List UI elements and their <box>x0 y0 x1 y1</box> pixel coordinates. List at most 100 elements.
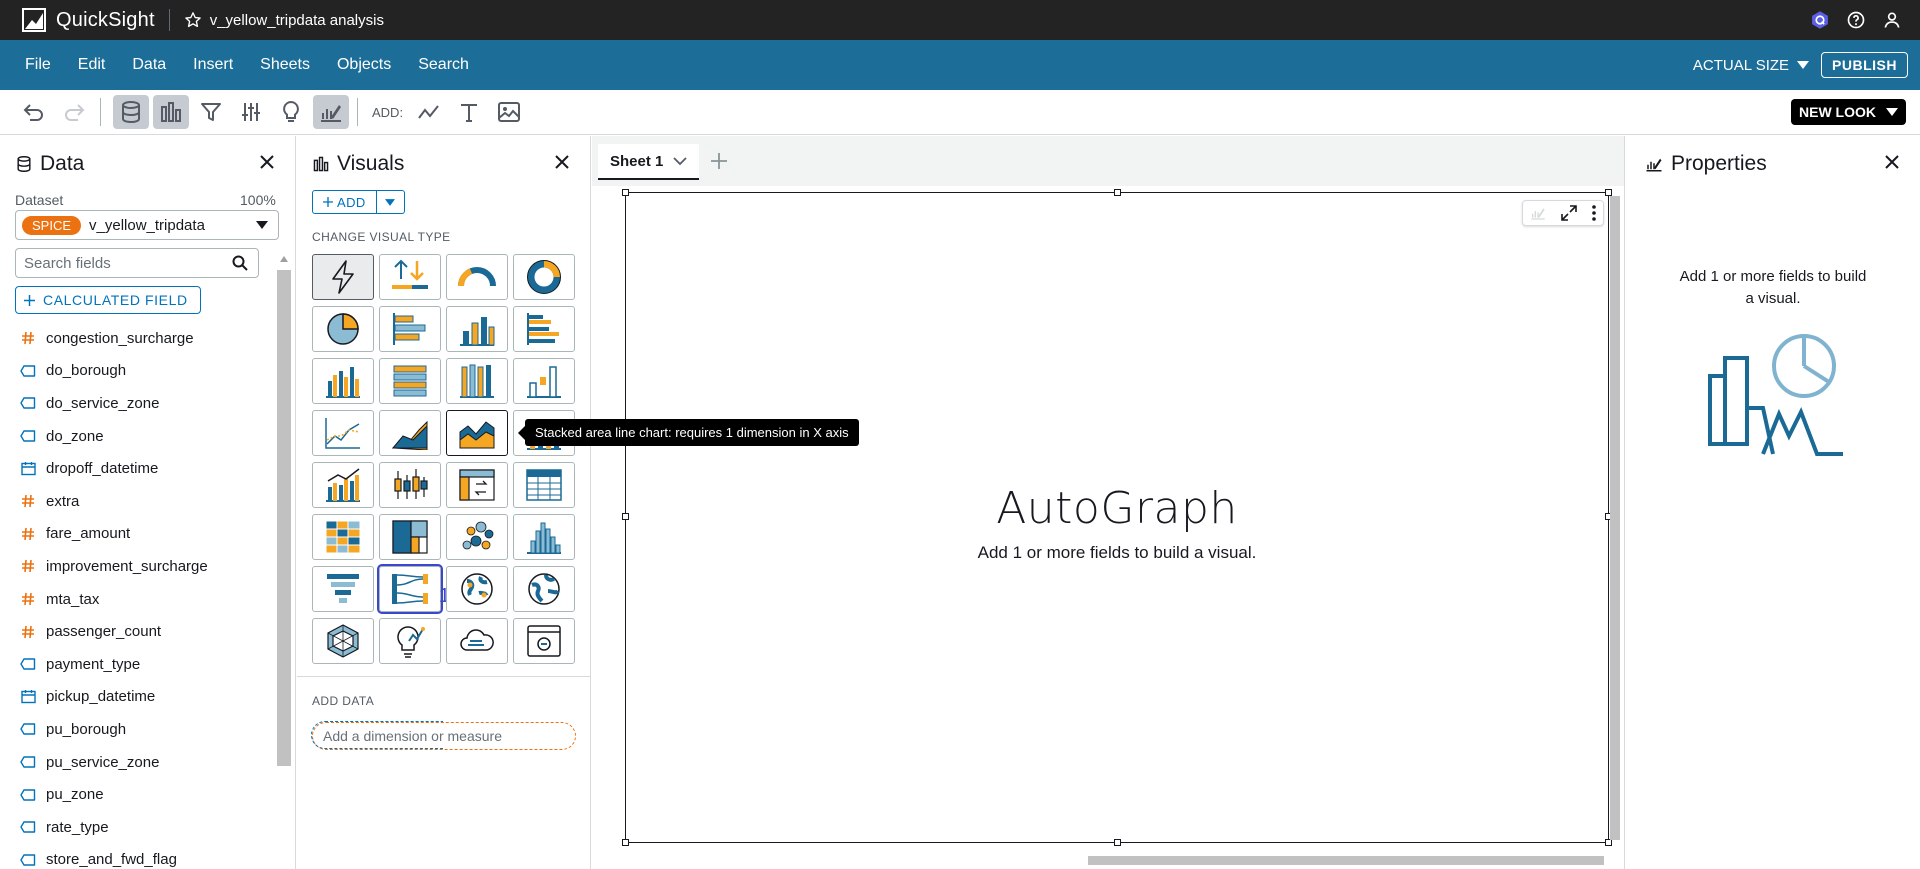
scatter-plot-visual-tile[interactable] <box>446 514 508 560</box>
more-options-icon[interactable] <box>1591 205 1596 221</box>
word-cloud-visual-tile[interactable] <box>446 618 508 664</box>
field-item[interactable]: do_zone <box>0 420 272 453</box>
field-item[interactable]: congestion_surcharge <box>0 322 272 355</box>
canvas-vertical-scrollbar[interactable] <box>1609 188 1621 848</box>
menu-data[interactable]: Data <box>132 56 166 74</box>
area-visual-tile[interactable] <box>379 410 441 456</box>
field-item[interactable]: mta_tax <box>0 583 272 616</box>
user-icon[interactable] <box>1882 10 1902 30</box>
data-panel-scrollbar[interactable] <box>277 254 291 869</box>
custom-visual-content-tile[interactable] <box>513 618 575 664</box>
add-visual-button[interactable] <box>411 95 447 129</box>
field-item[interactable]: do_service_zone <box>0 387 272 420</box>
menu-insert[interactable]: Insert <box>193 56 233 74</box>
donut-visual-tile[interactable] <box>513 254 575 300</box>
insights-pane-toggle[interactable] <box>273 95 309 129</box>
quicksight-logo[interactable]: QuickSight <box>22 8 155 32</box>
chevron-down-icon[interactable] <box>673 156 687 166</box>
stacked-bar-visual-tile[interactable] <box>446 358 508 404</box>
close-icon[interactable] <box>1884 154 1900 170</box>
radar-visual-tile[interactable] <box>312 618 374 664</box>
field-item[interactable]: dropoff_datetime <box>0 452 272 485</box>
add-text-button[interactable] <box>451 95 487 129</box>
resize-handle[interactable] <box>622 839 629 846</box>
search-fields-input[interactable]: Search fields <box>15 248 259 278</box>
scrollbar-thumb[interactable] <box>277 270 291 766</box>
visuals-pane-toggle[interactable] <box>153 95 189 129</box>
stacked-horizontal-bar-visual-tile[interactable] <box>379 358 441 404</box>
field-item[interactable]: do_borough <box>0 355 272 388</box>
redo-button[interactable] <box>56 95 92 129</box>
resize-handle[interactable] <box>1114 189 1121 196</box>
autograph-visual[interactable]: AutoGraph Add 1 or more fields to build … <box>622 189 1612 846</box>
line-visual-tile[interactable] <box>312 410 374 456</box>
field-item[interactable]: passenger_count <box>0 615 272 648</box>
gauge-visual-tile[interactable] <box>446 254 508 300</box>
funnel-visual-tile[interactable] <box>312 566 374 612</box>
autograph-visual-tile[interactable] <box>312 254 374 300</box>
field-item[interactable]: pu_borough <box>0 713 272 746</box>
help-icon[interactable] <box>1846 10 1866 30</box>
vertical-bar-visual-tile[interactable] <box>446 306 508 352</box>
format-visual-icon[interactable] <box>1530 205 1546 221</box>
format-visual-toggle[interactable] <box>313 95 349 129</box>
heat-map-visual-tile[interactable] <box>312 514 374 560</box>
close-icon[interactable] <box>554 154 570 170</box>
publish-button[interactable]: PUBLISH <box>1821 52 1908 78</box>
field-item[interactable]: pu_zone <box>0 778 272 811</box>
menu-search[interactable]: Search <box>418 56 469 74</box>
field-item[interactable]: payment_type <box>0 648 272 681</box>
filter-pane-toggle[interactable] <box>193 95 229 129</box>
new-look-dropdown[interactable]: NEW LOOK <box>1791 99 1906 125</box>
expand-icon[interactable] <box>1561 205 1577 221</box>
zoom-dropdown[interactable]: ACTUAL SIZE <box>1693 57 1810 74</box>
clustered-horizontal-bar-visual-tile[interactable] <box>513 306 575 352</box>
resize-handle[interactable] <box>1114 839 1121 846</box>
menu-sheets[interactable]: Sheets <box>260 56 310 74</box>
field-item[interactable]: rate_type <box>0 811 272 844</box>
field-item[interactable]: store_and_fwd_flag <box>0 844 272 869</box>
horizontal-bar-visual-tile[interactable] <box>379 306 441 352</box>
undo-button[interactable] <box>16 95 52 129</box>
menu-objects[interactable]: Objects <box>337 56 391 74</box>
scrollbar-thumb[interactable] <box>1088 856 1604 865</box>
stacked-area-visual-tile[interactable] <box>446 410 508 456</box>
add-sheet-icon[interactable] <box>710 152 728 170</box>
field-item[interactable]: fare_amount <box>0 518 272 551</box>
close-icon[interactable] <box>259 154 275 170</box>
field-item[interactable]: extra <box>0 485 272 518</box>
canvas-horizontal-scrollbar[interactable] <box>598 854 1608 866</box>
tree-map-visual-tile[interactable] <box>379 514 441 560</box>
parameters-pane-toggle[interactable] <box>233 95 269 129</box>
q-assistant-icon[interactable] <box>1810 10 1830 30</box>
field-well-drop-zone[interactable]: Add a dimension or measure <box>311 721 576 750</box>
add-visual-button[interactable]: ADD <box>312 190 377 214</box>
resize-handle[interactable] <box>622 189 629 196</box>
pie-visual-tile[interactable] <box>312 306 374 352</box>
calculated-field-button[interactable]: CALCULATED FIELD <box>15 286 201 314</box>
clustered-bar-visual-tile[interactable] <box>312 358 374 404</box>
menu-edit[interactable]: Edit <box>78 56 106 74</box>
scrollbar-thumb[interactable] <box>1610 196 1620 840</box>
points-on-map-visual-tile[interactable] <box>513 566 575 612</box>
field-item[interactable]: pickup_datetime <box>0 681 272 714</box>
field-item[interactable]: improvement_surcharge <box>0 550 272 583</box>
pivot-table-visual-tile[interactable] <box>446 462 508 508</box>
filled-map-visual-tile[interactable] <box>446 566 508 612</box>
histogram-visual-tile[interactable] <box>513 514 575 560</box>
analysis-title[interactable]: v_yellow_tripdata analysis <box>210 12 384 29</box>
data-pane-toggle[interactable] <box>113 95 149 129</box>
waterfall-visual-tile[interactable] <box>513 358 575 404</box>
kpi-visual-tile[interactable] <box>379 254 441 300</box>
sheet-tab[interactable]: Sheet 1 <box>598 144 700 180</box>
sankey-visual-tile[interactable]: 1 <box>377 564 450 614</box>
table-visual-tile[interactable] <box>513 462 575 508</box>
field-item[interactable]: pu_service_zone <box>0 746 272 779</box>
insight-visual-tile[interactable] <box>379 618 441 664</box>
dataset-select[interactable]: SPICE v_yellow_tripdata <box>15 210 279 240</box>
add-image-button[interactable] <box>491 95 527 129</box>
menu-file[interactable]: File <box>25 56 51 74</box>
favorite-star-icon[interactable] <box>184 11 202 29</box>
add-visual-dropdown[interactable] <box>376 190 405 214</box>
box-plot-visual-tile[interactable] <box>379 462 441 508</box>
